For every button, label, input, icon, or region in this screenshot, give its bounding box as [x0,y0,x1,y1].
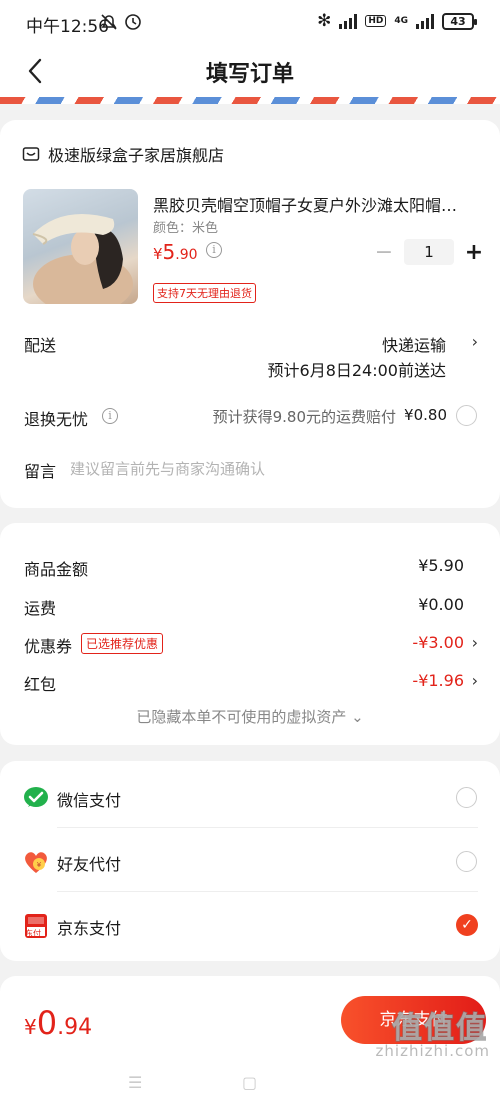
note-input[interactable]: 建议留言前先与商家沟通确认 [70,458,265,479]
quantity-value[interactable]: 1 [404,239,454,265]
page-title: 填写订单 [205,62,294,87]
redpacket-label: 红包 [24,675,57,694]
payment-label-friend: 好友代付 [57,855,122,874]
product-variant[interactable]: 颜色：米色 [153,217,218,236]
home-nav-icon[interactable]: ▢ [242,1073,257,1092]
freight-value: ¥0.00 [418,595,464,614]
payment-label-jd: 京东支付 [57,919,122,938]
shop-header[interactable]: 极速版绿盒子家居旗舰店 [22,142,224,166]
returns-price: ¥0.80 [404,406,447,424]
total-decimal: .94 [57,1015,93,1040]
payment-label-wechat: 微信支付 [57,791,122,810]
bluetooth-icon: ✻ [317,11,332,31]
friend-pay-icon: ¥ [25,852,47,873]
wechat-radio[interactable] [456,787,477,808]
returns-info-icon[interactable]: i [102,408,118,424]
chevron-down-icon: ⌄ [351,708,364,726]
mute-alarm-icons [100,12,144,37]
hidden-assets-toggle[interactable]: 已隐藏本单不可使用的虚拟资产 ⌄ [0,706,500,727]
returns-label: 退换无忧 [24,410,89,429]
network-type: 4G [394,16,408,26]
mute-bell-icon [101,14,141,30]
returns-text: 预计获得9.80元的运费赔付 [212,408,396,426]
return-policy-tag: 支持7天无理由退货 [153,283,256,303]
payment-option-wechat[interactable]: 微信支付 [0,765,500,829]
payment-option-friend[interactable]: ¥ 好友代付 [0,829,500,893]
status-time: 中午12:56 [26,17,109,37]
shop-icon [22,147,40,161]
quantity-stepper: − 1 + [372,239,486,265]
coupon-value[interactable]: -¥3.00 [412,633,464,652]
product-image[interactable] [23,189,138,304]
product-title[interactable]: 黑胶贝壳帽空顶帽子女夏户外沙滩太阳帽… [153,192,473,216]
total-symbol: ¥ [24,1015,37,1039]
amount-summary-card: 商品金额 ¥5.90 运费 ¥0.00 优惠券 已选推荐优惠 -¥3.00 › … [0,523,500,745]
shipping-label: 配送 [24,336,57,355]
redpacket-value[interactable]: -¥1.96 [412,671,464,690]
goods-amount-label: 商品金额 [24,560,89,579]
payment-methods-card: 微信支付 ¥ 好友代付 东付 京东支付 ✓ [0,761,500,961]
product-price: ¥5.90 [153,240,198,264]
coupon-tag: 已选推荐优惠 [81,633,164,654]
decrease-button[interactable]: − [372,240,396,265]
total-integer: 0 [36,1004,58,1042]
coupon-chevron-icon[interactable]: › [472,633,478,652]
wechat-pay-icon [24,787,48,807]
note-label: 留言 [24,462,57,481]
shop-name: 极速版绿盒子家居旗舰店 [48,146,225,165]
jd-selected-check-icon[interactable]: ✓ [456,914,478,936]
shipping-method[interactable]: 快递运输 [382,332,446,356]
freight-label: 运费 [24,599,57,618]
status-bar: 中午12:56 ✻ HD 4G 43 [0,0,500,44]
total-amount: ¥0.94 [24,1004,92,1042]
returns-radio[interactable] [456,405,477,426]
price-info-icon[interactable]: i [206,242,222,258]
airmail-border [0,97,500,104]
goods-amount-value: ¥5.90 [418,556,464,575]
hidden-assets-text: 已隐藏本单不可使用的虚拟资产 [136,708,347,726]
shipping-eta: 预计6月8日24:00前送达 [267,361,446,380]
signal-icon-2 [416,13,434,29]
payment-option-jd[interactable]: 东付 京东支付 ✓ [0,893,500,957]
battery-icon: 43 [442,12,477,30]
shipping-chevron-icon[interactable]: › [472,332,478,351]
increase-button[interactable]: + [462,240,486,265]
divider [57,827,478,828]
price-symbol: ¥ [153,245,163,263]
watermark-logo: 值值值 [391,1010,488,1047]
header: 填写订单 [0,44,500,100]
hd-icon: HD [365,15,387,27]
redpacket-chevron-icon[interactable]: › [472,671,478,690]
menu-nav-icon[interactable]: ☰ [128,1073,142,1092]
divider [57,891,478,892]
price-integer: 5 [162,240,176,264]
jd-icon-text: 东付 [25,929,41,938]
coupon-label: 优惠券 [24,637,73,656]
order-item-card: 极速版绿盒子家居旗舰店 黑胶贝壳帽空顶帽子女夏户外沙滩太阳帽… 颜色：米色 ¥5… [0,120,500,508]
price-decimal: .90 [175,247,198,263]
signal-icon [339,13,358,29]
svg-text:¥: ¥ [37,861,42,869]
friend-radio[interactable] [456,851,477,872]
watermark-text: zhizhizhi.com [375,1042,490,1060]
